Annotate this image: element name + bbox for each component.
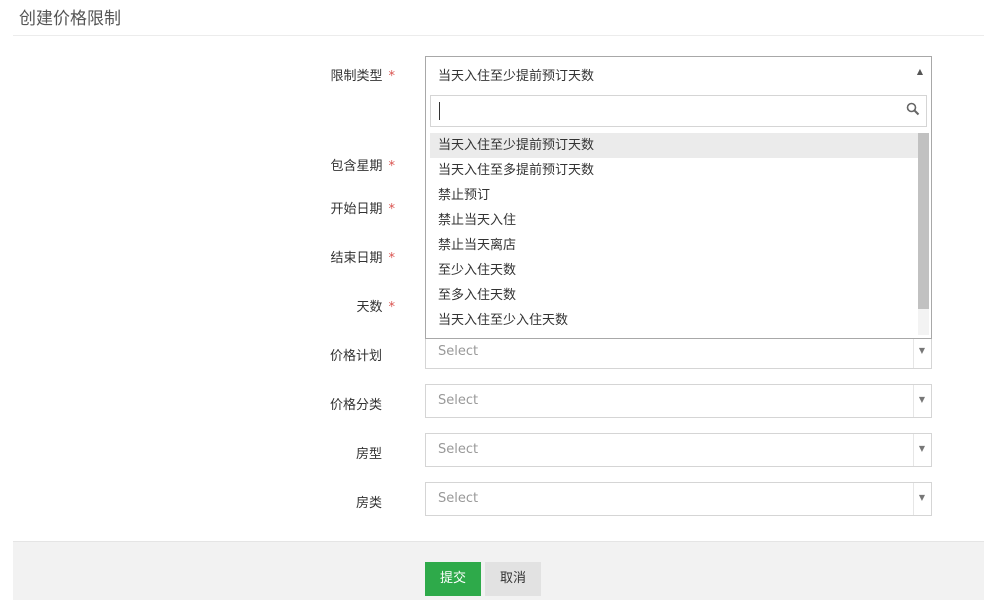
- start-date-label: 开始日期 *: [330, 198, 395, 217]
- arrow-down-icon: ▼: [918, 346, 925, 355]
- page-title: 创建价格限制: [19, 9, 121, 29]
- start-date-label-text: 开始日期: [330, 202, 383, 217]
- end-date-label: 结束日期 *: [330, 247, 395, 266]
- dropdown-option[interactable]: 禁止当天入住: [430, 208, 918, 233]
- rate-category-label: 价格分类: [330, 394, 395, 413]
- rate-plan-select[interactable]: Select ▼: [425, 335, 932, 369]
- rate-plan-label-text: 价格计划: [329, 349, 382, 364]
- restriction-type-select[interactable]: 当天入住至少提前预订天数 ▲ 当天入住至少提前预订天数 当天入住至多提前预订天数…: [425, 56, 932, 339]
- arrow-down-icon: ▼: [918, 395, 925, 404]
- required-mark: *: [388, 159, 396, 174]
- weekdays-label: 包含星期 *: [330, 155, 395, 174]
- rate-category-label-text: 价格分类: [329, 398, 382, 413]
- submit-button[interactable]: 提交: [425, 562, 481, 596]
- room-class-label-text: 房类: [355, 496, 382, 511]
- search-icon: [906, 102, 920, 116]
- days-label-text: 天数: [356, 300, 383, 315]
- weekdays-label-text: 包含星期: [330, 159, 383, 174]
- arrow-down-icon: ▼: [918, 444, 925, 453]
- dropdown-option[interactable]: 当天入住至少提前预订天数: [430, 133, 918, 158]
- select-divider: [913, 483, 914, 515]
- restriction-type-label: 限制类型 *: [330, 65, 395, 84]
- days-label: 天数 *: [356, 296, 395, 315]
- rate-category-select[interactable]: Select ▼: [425, 384, 932, 418]
- restriction-type-label-text: 限制类型: [330, 69, 383, 84]
- cancel-button[interactable]: 取消: [485, 562, 541, 596]
- dropdown-options: 当天入住至少提前预订天数 当天入住至多提前预订天数 禁止预订 禁止当天入住 禁止…: [430, 133, 918, 335]
- room-type-placeholder: Select: [438, 442, 479, 457]
- room-class-select[interactable]: Select ▼: [425, 482, 932, 516]
- room-type-select[interactable]: Select ▼: [425, 433, 932, 467]
- dropdown-scrollbar-thumb[interactable]: [918, 133, 929, 309]
- room-class-placeholder: Select: [438, 491, 479, 506]
- select-divider: [913, 434, 914, 466]
- title-divider: [13, 35, 984, 36]
- room-class-label: 房类: [356, 492, 395, 511]
- room-type-label-text: 房型: [355, 447, 382, 462]
- text-cursor: [439, 102, 440, 120]
- dropdown-option[interactable]: 禁止预订: [430, 183, 918, 208]
- dropdown-option[interactable]: 至少入住天数: [430, 258, 918, 283]
- room-type-label: 房型: [356, 443, 395, 462]
- select-divider: [913, 385, 914, 417]
- rate-plan-placeholder: Select: [438, 344, 479, 359]
- required-mark: *: [388, 69, 396, 84]
- dropdown-option[interactable]: 禁止当天离店: [430, 233, 918, 258]
- required-mark: *: [388, 251, 396, 266]
- arrow-up-icon[interactable]: ▲: [917, 67, 923, 76]
- dropdown-option[interactable]: 当天入住至多提前预订天数: [430, 158, 918, 183]
- select-divider: [913, 336, 914, 368]
- required-mark: *: [388, 300, 396, 315]
- rate-category-placeholder: Select: [438, 393, 479, 408]
- arrow-down-icon: ▼: [918, 493, 925, 502]
- dropdown-search-input[interactable]: [430, 95, 927, 127]
- rate-plan-label: 价格计划: [330, 345, 395, 364]
- required-mark: *: [388, 202, 396, 217]
- restriction-type-value: 当天入住至少提前预订天数: [438, 69, 595, 84]
- dropdown-option[interactable]: 当天入住至少入住天数: [430, 308, 918, 333]
- dropdown-option[interactable]: 至多入住天数: [430, 283, 918, 308]
- end-date-label-text: 结束日期: [330, 251, 383, 266]
